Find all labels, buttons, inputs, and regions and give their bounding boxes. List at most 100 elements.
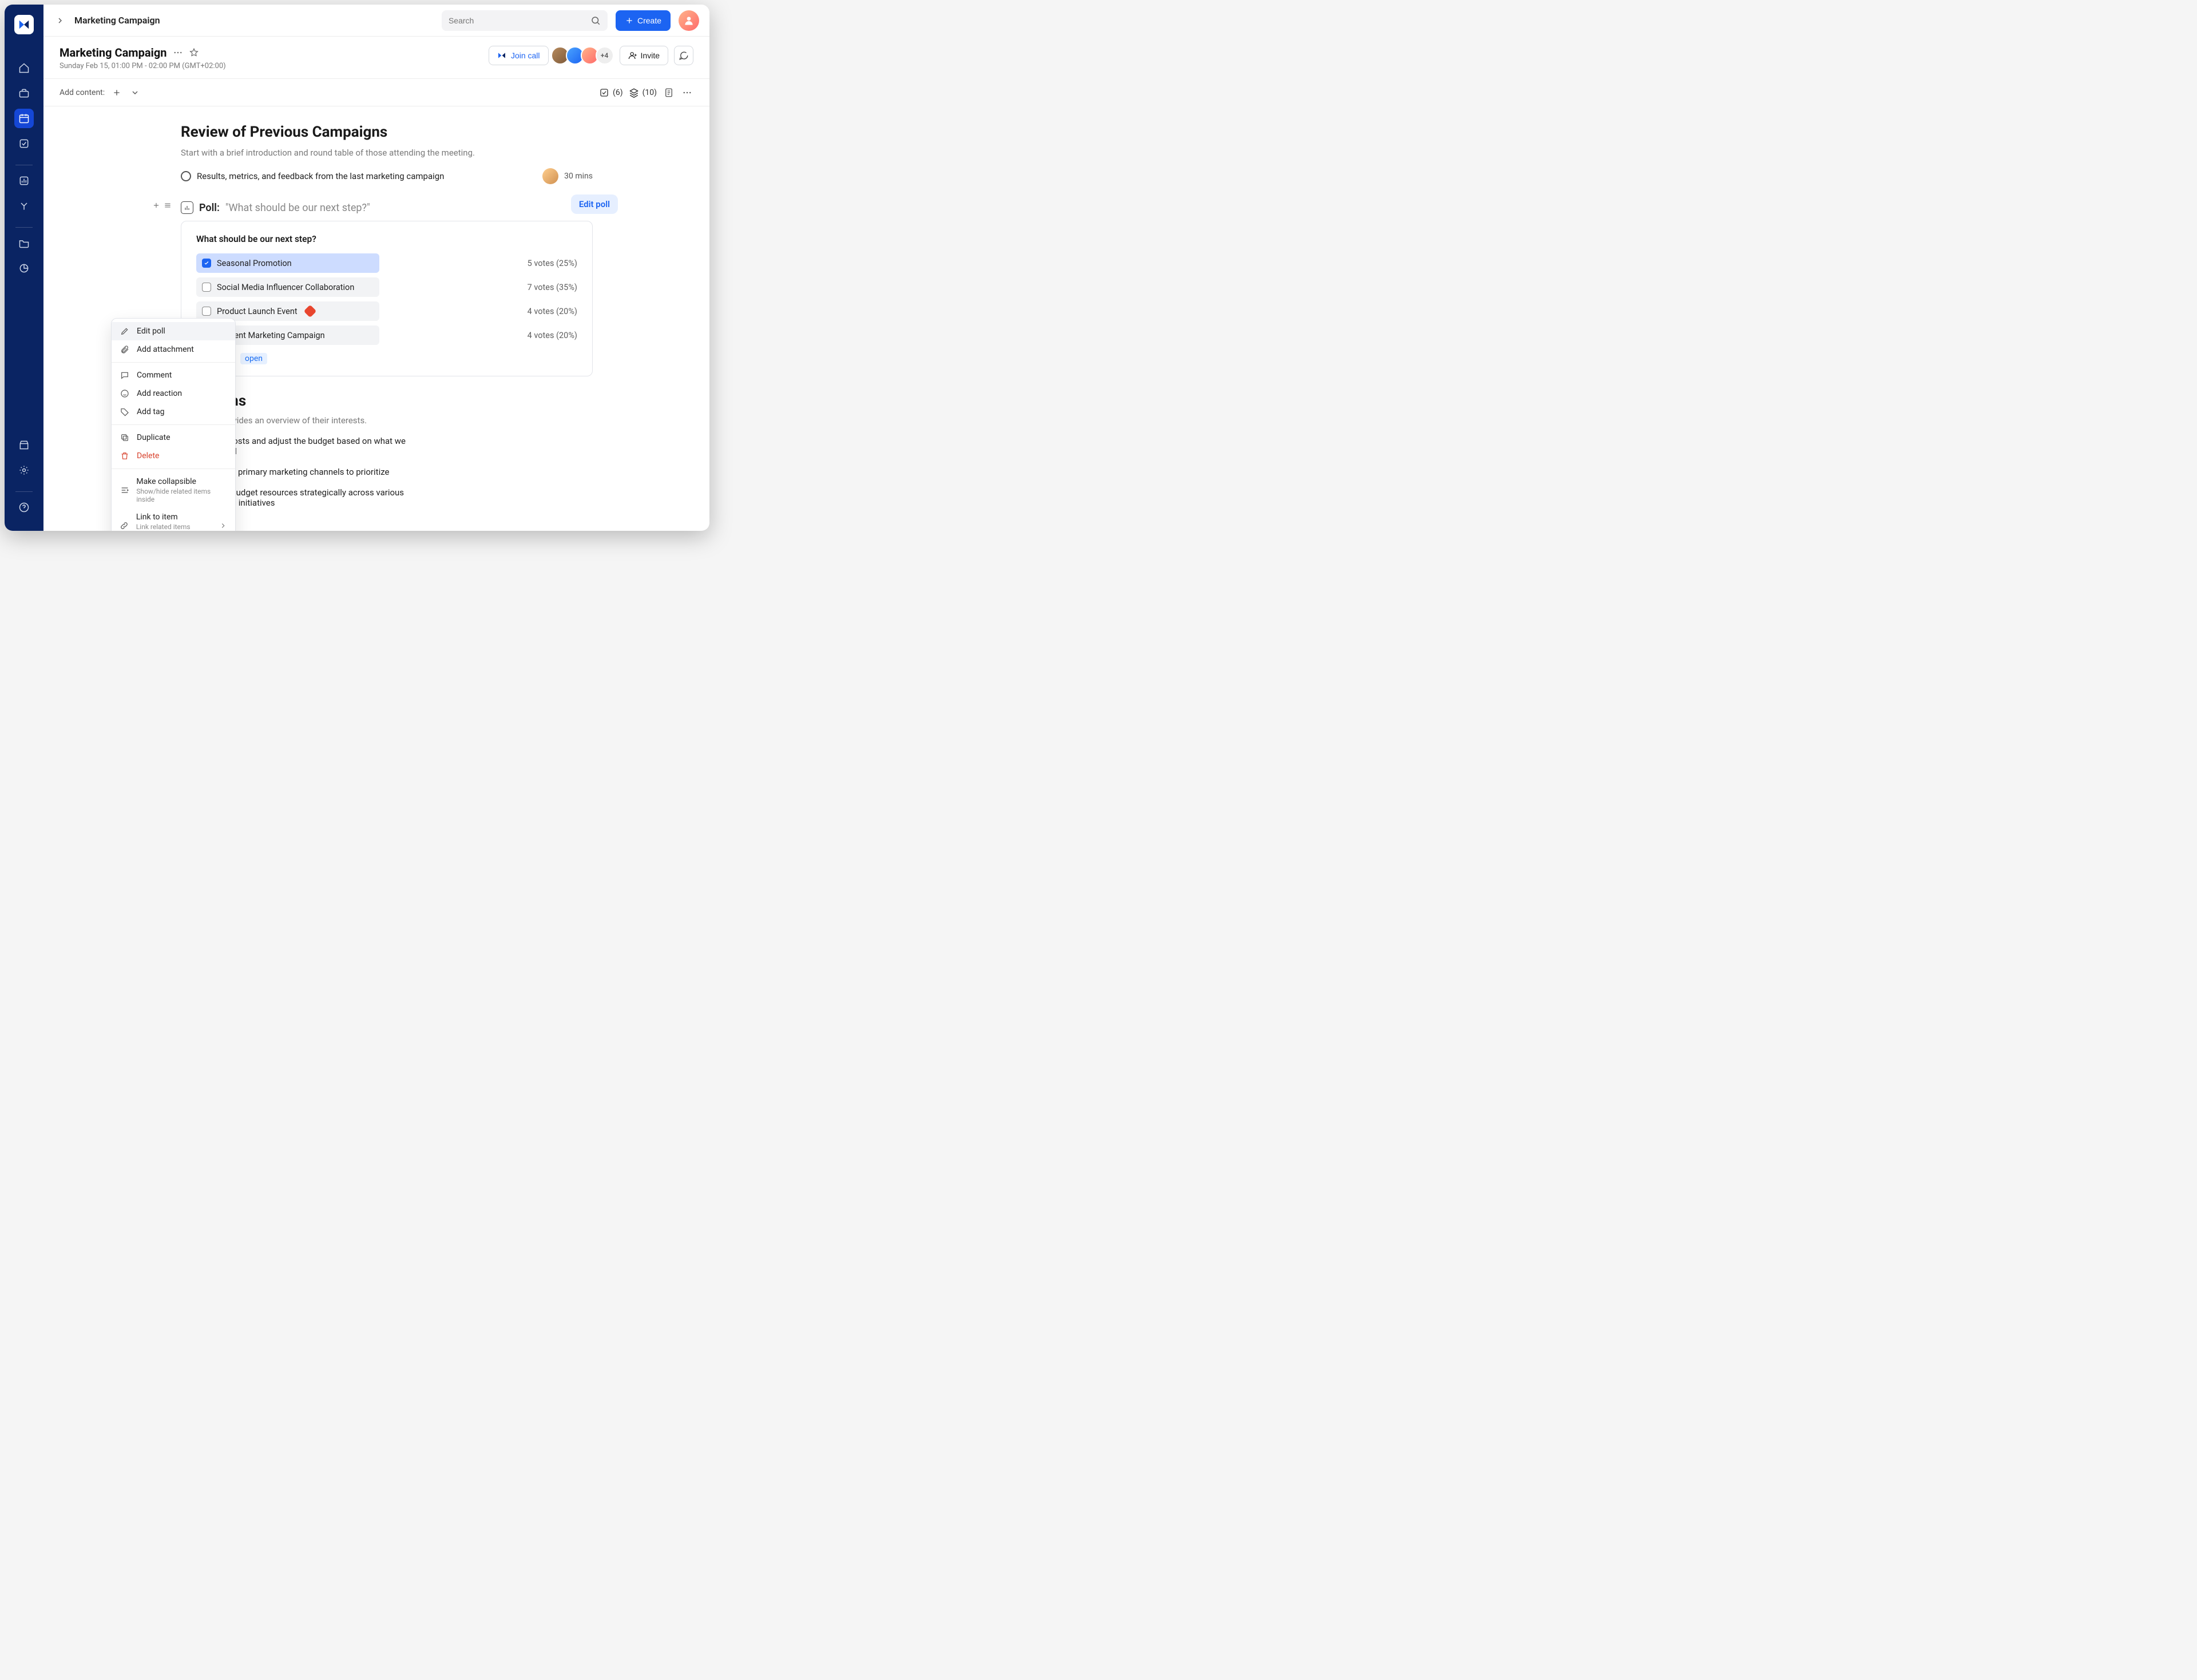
pie-icon[interactable] [14, 259, 34, 278]
edit-poll-pill[interactable]: Edit poll [571, 194, 618, 214]
profile-avatar[interactable] [679, 10, 699, 31]
poll-checkbox[interactable] [202, 259, 211, 268]
app-logo[interactable] [14, 15, 34, 34]
decisions-section: Decisions The seller provides an overvie… [181, 392, 593, 508]
ctx-divider [112, 362, 235, 363]
participant-avatars[interactable]: +4 [554, 46, 614, 65]
block-menu-icon[interactable] [164, 201, 172, 209]
poll-card: What should be our next step? Seasonal P… [181, 221, 593, 376]
task-duration: 30 mins [564, 172, 593, 181]
layers-count[interactable]: (10) [629, 88, 657, 98]
poll-option-votes: 4 votes (20%) [528, 307, 577, 316]
poll-option-label: Product Launch Event [217, 307, 298, 316]
more-icon[interactable] [173, 47, 183, 58]
chevron-right-icon [219, 522, 227, 530]
tag-icon [120, 407, 130, 416]
poll-option-votes: 5 votes (25%) [528, 259, 577, 268]
chat-icon[interactable] [674, 46, 693, 65]
ctx-link-item[interactable]: Link to item Link related items together [112, 508, 235, 531]
poll-option-votes: 7 votes (35%) [528, 283, 577, 292]
poll-header: Poll: "What should be our next step?" Ed… [181, 201, 593, 214]
link-icon [120, 521, 129, 530]
checkbox-icon[interactable] [14, 134, 34, 153]
section-title: Review of Previous Campaigns [181, 124, 593, 141]
left-rail [5, 5, 43, 531]
context-menu: Edit poll Add attachment Comment Add rea… [111, 318, 236, 531]
decisions-subtitle: The seller provides an overview of their… [181, 415, 593, 426]
join-call-button[interactable]: Join call [489, 46, 549, 65]
ctx-comment[interactable]: Comment [112, 366, 235, 384]
adam-logo-icon [497, 51, 506, 60]
poll-label: Poll: [199, 202, 220, 214]
block-inline-controls [152, 201, 172, 209]
star-icon[interactable] [189, 47, 199, 58]
user-icon [683, 15, 695, 26]
search-field[interactable] [442, 10, 608, 31]
poll-option[interactable]: Content Marketing Campaign 4 votes (20%) [196, 325, 577, 345]
create-label: Create [637, 16, 661, 25]
ctx-add-attachment[interactable]: Add attachment [112, 340, 235, 359]
reaction-badge-icon [303, 305, 316, 318]
poll-option[interactable]: Seasonal Promotion 5 votes (25%) [196, 253, 577, 273]
ctx-add-reaction[interactable]: Add reaction [112, 384, 235, 403]
invite-button[interactable]: Invite [620, 46, 668, 65]
ctx-label: Delete [137, 451, 159, 460]
poll-option[interactable]: Social Media Influencer Collaboration 7 … [196, 277, 577, 297]
chart-icon[interactable] [14, 171, 34, 190]
poll-option-label: Social Media Influencer Collaboration [217, 283, 354, 292]
help-icon[interactable] [14, 498, 34, 517]
breadcrumb-title[interactable]: Marketing Campaign [74, 15, 160, 26]
ctx-label: Link to item [136, 513, 212, 522]
home-icon[interactable] [14, 58, 34, 78]
ctx-label: Comment [137, 371, 172, 380]
user-plus-icon [628, 51, 637, 60]
document-body[interactable]: Review of Previous Campaigns Start with … [43, 106, 709, 531]
calendar-icon[interactable] [14, 109, 34, 128]
ctx-sublabel: Link related items together [136, 523, 212, 531]
topbar: Marketing Campaign Create [43, 5, 709, 37]
task-row[interactable]: Results, metrics, and feedback from the … [181, 168, 593, 184]
assignee-avatar[interactable] [542, 168, 558, 184]
page-header: Marketing Campaign Sunday Feb 15, 01:00 … [43, 37, 709, 79]
notes-icon[interactable] [663, 86, 675, 99]
gear-icon[interactable] [14, 460, 34, 480]
tasks-count-label: (6) [613, 88, 623, 97]
ctx-divider [112, 424, 235, 425]
paperclip-icon [120, 345, 130, 354]
smile-icon [120, 389, 130, 398]
overflow-icon[interactable] [681, 86, 693, 99]
ctx-label: Add attachment [137, 345, 194, 354]
avatar-overflow[interactable]: +4 [596, 46, 614, 65]
copy-icon [120, 433, 130, 442]
ctx-label: Duplicate [137, 433, 170, 442]
poll-footer: 20 votes - open [196, 353, 577, 364]
ctx-make-collapsible[interactable]: Make collapsible Show/hide related items… [112, 472, 235, 508]
poll-option[interactable]: Product Launch Event 4 votes (20%) [196, 301, 577, 321]
tasks-count[interactable]: (6) [599, 88, 623, 98]
ctx-label: Add reaction [137, 389, 182, 398]
breadcrumb-back-icon[interactable] [54, 14, 66, 27]
branch-icon[interactable] [14, 196, 34, 216]
search-icon [590, 15, 601, 26]
task-checkbox[interactable] [181, 171, 191, 181]
page-subtitle: Sunday Feb 15, 01:00 PM - 02:00 PM (GMT+… [60, 62, 226, 70]
content-toolbar: Add content: (6) (10) [43, 79, 709, 106]
poll-question: What should be our next step? [196, 234, 577, 244]
search-input[interactable] [449, 16, 586, 25]
add-content-plus-icon[interactable] [110, 86, 123, 99]
join-call-label: Join call [511, 51, 540, 60]
store-icon[interactable] [14, 435, 34, 455]
folder-icon[interactable] [14, 233, 34, 253]
poll-checkbox[interactable] [202, 307, 211, 316]
ctx-delete[interactable]: Delete [112, 447, 235, 465]
block-add-icon[interactable] [152, 201, 160, 209]
ctx-edit-poll[interactable]: Edit poll [112, 322, 235, 340]
ctx-label: Edit poll [137, 327, 165, 336]
poll-checkbox[interactable] [202, 283, 211, 292]
add-content-chevron-icon[interactable] [129, 86, 141, 99]
create-button[interactable]: Create [616, 10, 671, 31]
briefcase-icon[interactable] [14, 84, 34, 103]
poll-option-label: Seasonal Promotion [217, 259, 292, 268]
ctx-add-tag[interactable]: Add tag [112, 403, 235, 421]
ctx-duplicate[interactable]: Duplicate [112, 428, 235, 447]
